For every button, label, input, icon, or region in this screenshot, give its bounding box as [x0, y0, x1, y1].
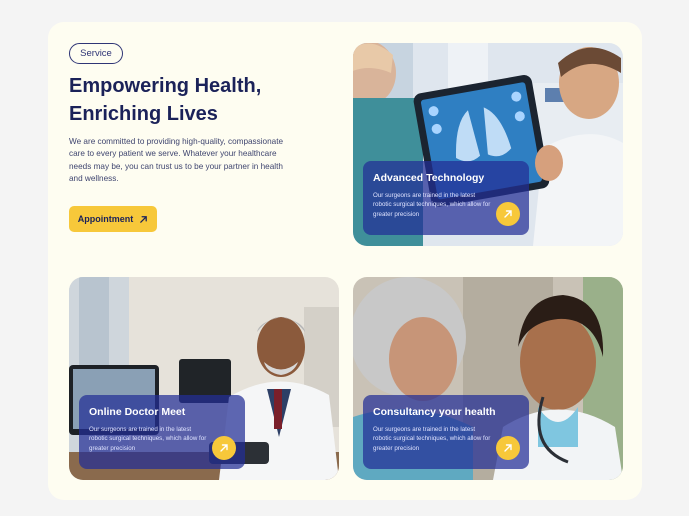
card-caption: Consultancy your health Our surgeons are…	[363, 395, 529, 469]
appointment-button-label: Appointment	[77, 214, 134, 224]
hero-description: We are committed to providing high-quali…	[69, 137, 284, 183]
arrow-up-right-icon	[504, 210, 512, 218]
card-title: Consultancy your health	[373, 406, 496, 418]
card-caption: Online Doctor Meet Our surgeons are trai…	[79, 395, 245, 469]
service-tag[interactable]: Service	[69, 43, 123, 64]
card-consultancy[interactable]: Consultancy your health Our surgeons are…	[353, 277, 623, 480]
card-online-doctor-meet[interactable]: Online Doctor Meet Our surgeons are trai…	[69, 277, 339, 480]
arrow-up-right-icon	[504, 444, 512, 452]
card-description: Our surgeons are trained in the latest r…	[373, 192, 491, 218]
card-caption: Advanced Technology Our surgeons are tra…	[363, 161, 529, 235]
card-open-button[interactable]	[496, 436, 520, 460]
arrow-up-right-icon	[140, 215, 148, 223]
card-description: Our surgeons are trained in the latest r…	[89, 426, 207, 452]
card-advanced-technology[interactable]: Advanced Technology Our surgeons are tra…	[353, 43, 623, 246]
headline-line-1: Empowering Health,	[69, 75, 262, 97]
arrow-up-right-icon	[220, 444, 228, 452]
appointment-button[interactable]: Appointment	[69, 206, 157, 232]
card-open-button[interactable]	[496, 202, 520, 226]
page-title: Empowering Health, Enriching Lives	[69, 72, 329, 128]
card-description: Our surgeons are trained in the latest r…	[373, 426, 491, 452]
card-title: Advanced Technology	[373, 172, 485, 184]
headline-line-2: Enriching Lives	[69, 103, 218, 125]
card-open-button[interactable]	[212, 436, 236, 460]
card-title: Online Doctor Meet	[89, 406, 186, 418]
